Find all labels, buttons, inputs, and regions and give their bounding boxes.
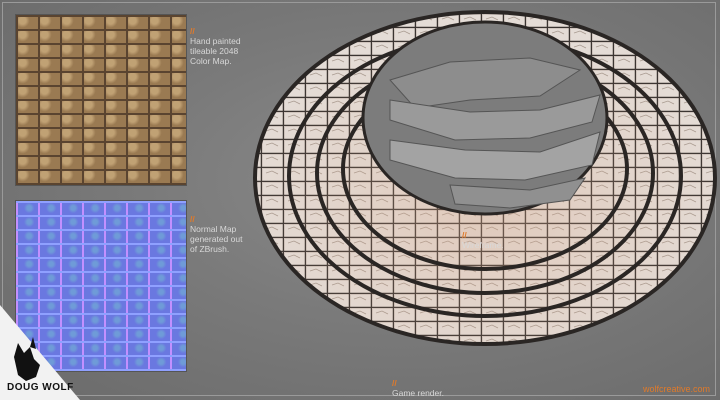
game-render-caption: // Game render. — [392, 368, 444, 398]
wireframe-caption: // Wireframe. — [462, 220, 504, 250]
color-map-caption: // Hand painted tileable 2048 Color Map. — [190, 16, 241, 66]
game-render-caption-text: Game render. — [392, 388, 444, 398]
caption-slash: // — [462, 230, 467, 240]
wireframe-caption-text: Wireframe. — [462, 240, 504, 250]
wireframe-steps — [361, 20, 609, 216]
normal-map-caption-text: Normal Map generated out of ZBrush. — [190, 224, 243, 254]
color-map-texture — [15, 14, 187, 186]
caption-slash: // — [392, 378, 397, 388]
caption-slash: // — [190, 214, 195, 224]
normal-map-caption: // Normal Map generated out of ZBrush. — [190, 204, 242, 254]
stair-render — [253, 10, 717, 346]
brand-name: DOUG WOLF — [7, 382, 74, 393]
caption-slash: // — [190, 26, 195, 36]
color-map-caption-text: Hand painted tileable 2048 Color Map. — [190, 36, 241, 66]
website-link[interactable]: wolfcreative.com — [643, 384, 710, 394]
